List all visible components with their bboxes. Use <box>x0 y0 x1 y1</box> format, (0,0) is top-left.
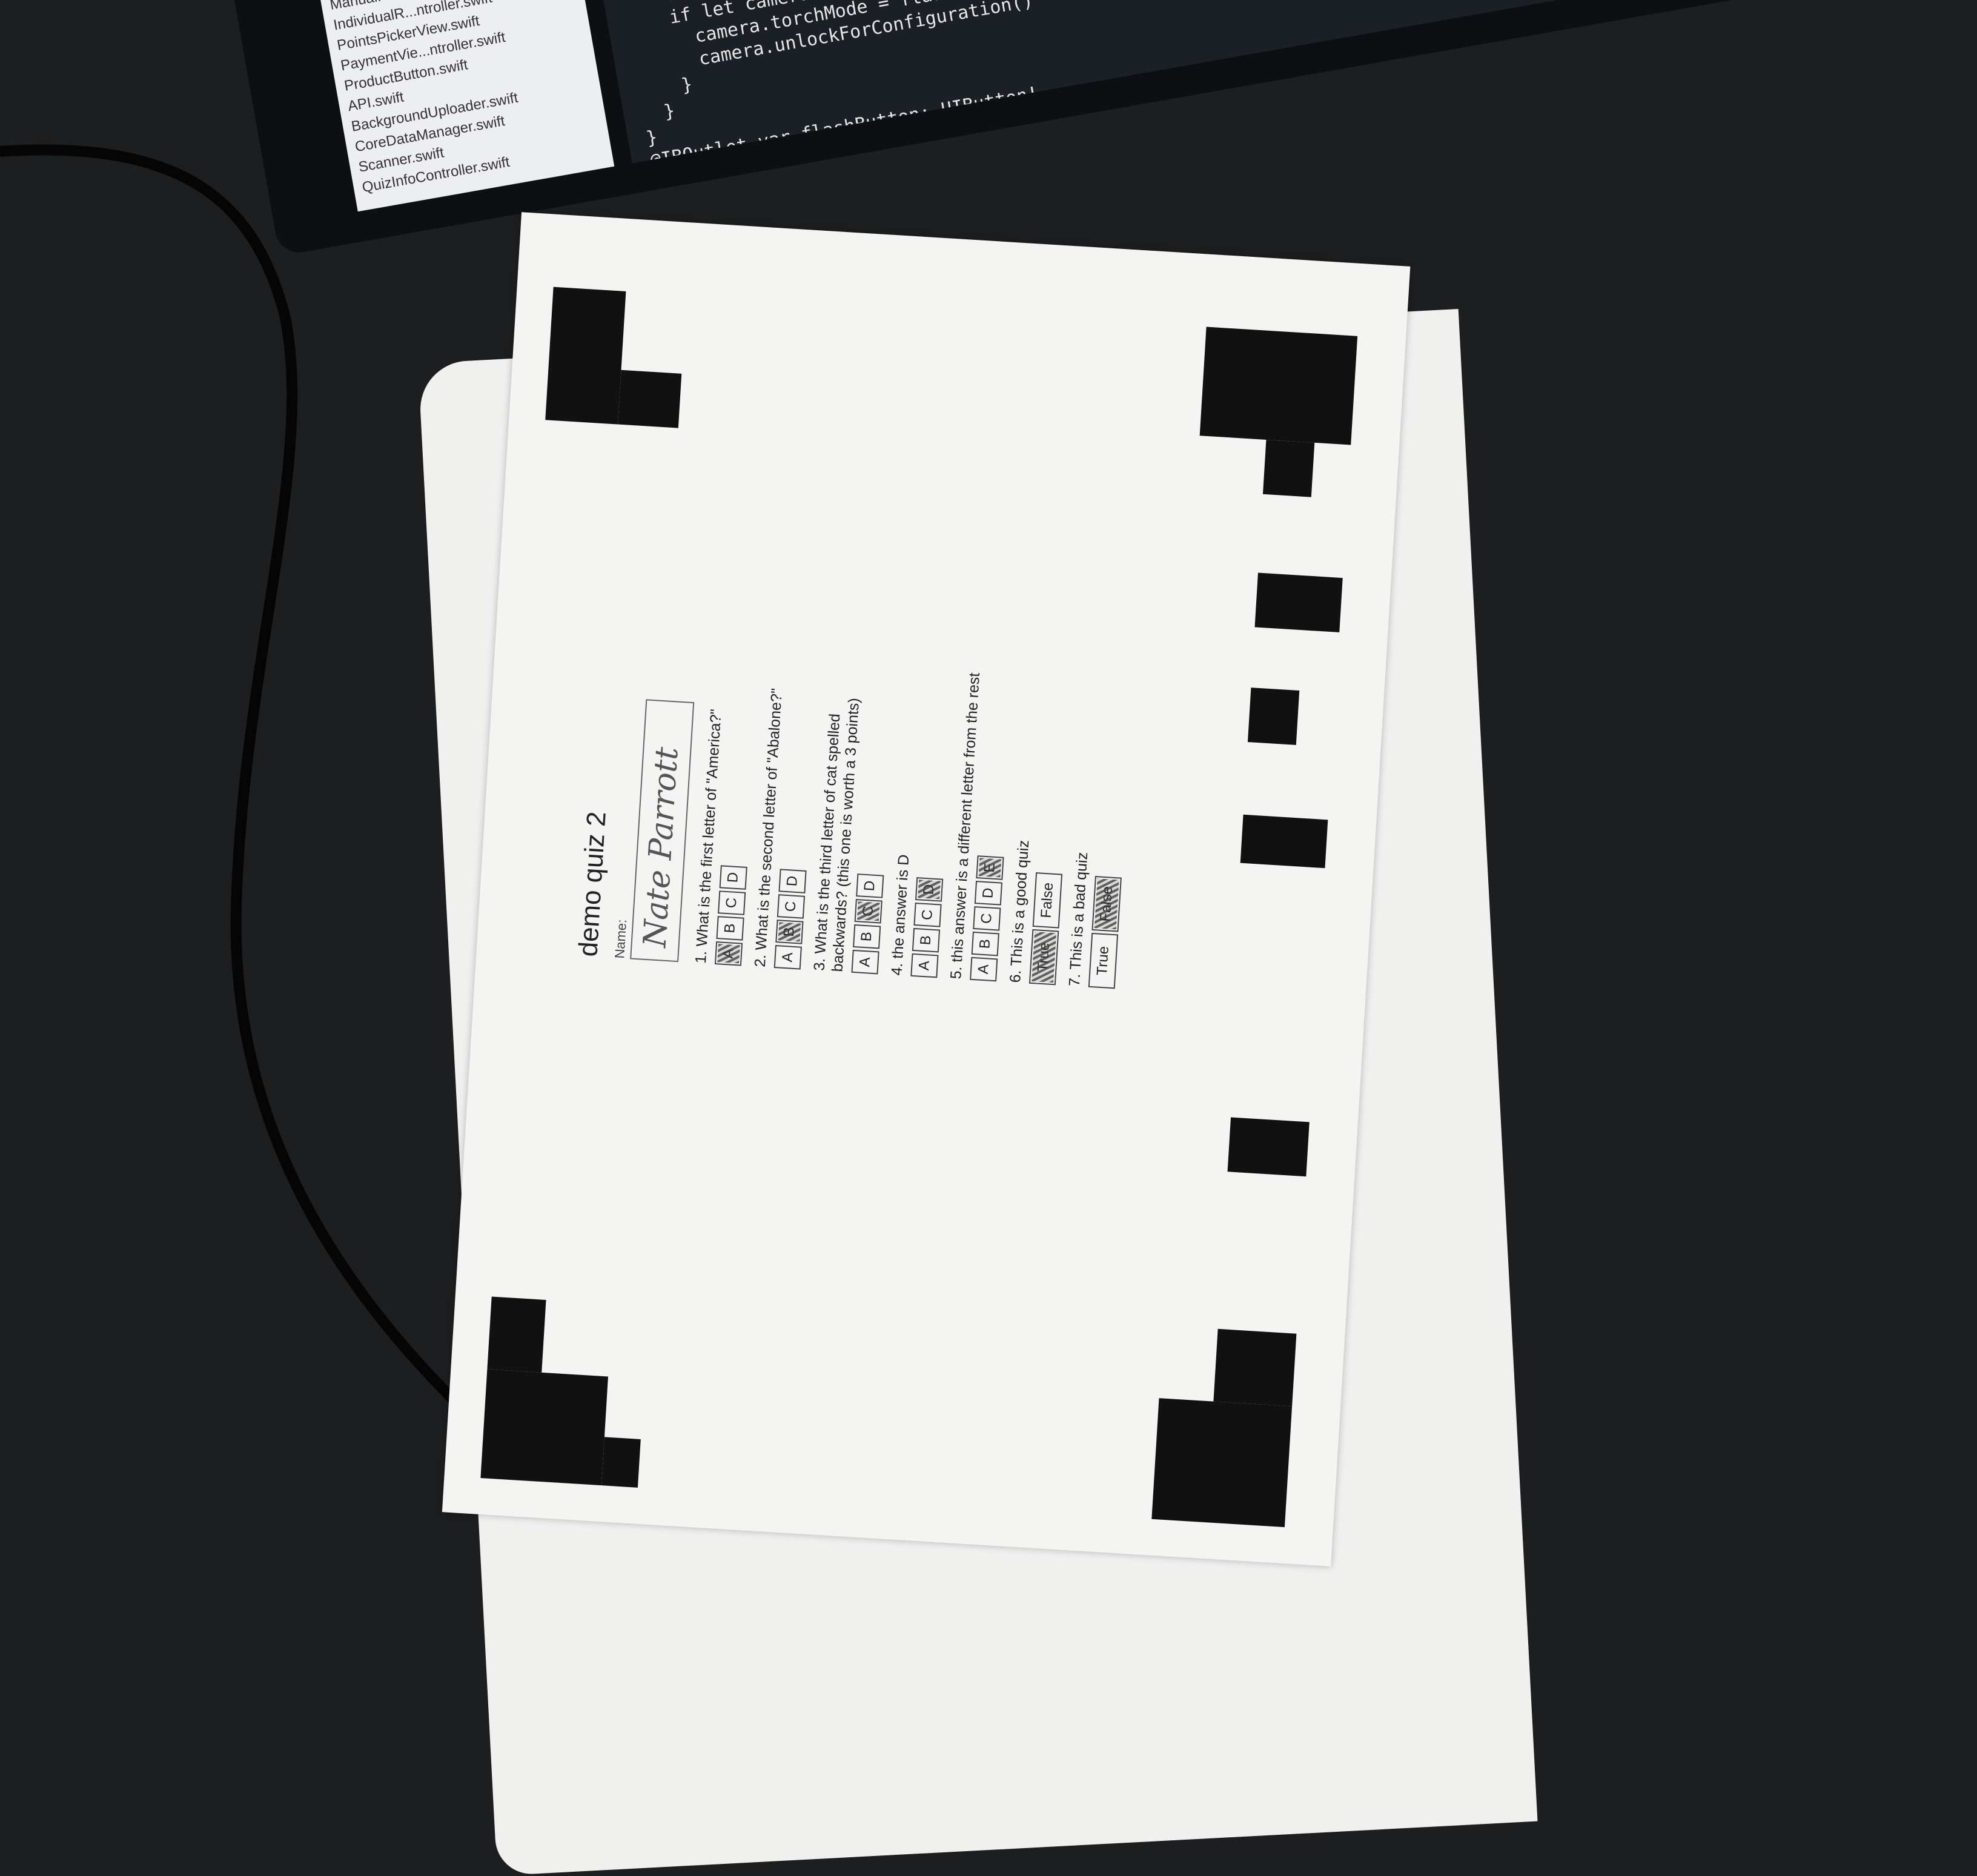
registration-marker <box>1247 688 1300 745</box>
answer-bubble[interactable]: B <box>853 924 881 949</box>
registration-marker <box>480 1369 609 1486</box>
answer-bubble[interactable]: C <box>777 894 806 919</box>
answer-bubble[interactable]: True <box>1088 932 1119 989</box>
registration-marker <box>1213 1328 1297 1407</box>
answer-bubble[interactable]: E <box>976 855 1004 880</box>
laptop-screen: StatsVi...ManualPres...ntroller.swiftInd… <box>230 0 1890 256</box>
answer-bubble[interactable]: True <box>1028 929 1059 986</box>
registration-marker <box>1199 326 1358 445</box>
quiz-question: 7. This is a bad quiz True False <box>1065 671 1134 989</box>
answer-bubble[interactable]: C <box>854 898 883 924</box>
quiz-question: 5. this answer is a different letter fro… <box>947 664 1016 982</box>
registration-marker <box>1240 814 1328 869</box>
answer-bubble[interactable]: B <box>716 916 744 941</box>
code-editor: // MARvar flash: Bool didSet { flashButt… <box>590 0 1766 164</box>
registration-marker <box>1227 1117 1310 1177</box>
file-navigator: StatsVi...ManualPres...ntroller.swiftInd… <box>316 0 615 212</box>
answer-bubble[interactable]: A <box>773 945 802 970</box>
answer-bubble[interactable]: B <box>971 931 999 956</box>
answer-bubble[interactable]: C <box>973 906 1001 931</box>
registration-marker <box>487 1296 546 1373</box>
answer-bubble[interactable]: B <box>775 920 804 944</box>
registration-marker <box>601 1437 641 1488</box>
answer-bubble[interactable]: D <box>719 865 747 890</box>
quiz-question: 2. What is the second letter of "Abalone… <box>751 652 820 970</box>
answer-bubble[interactable]: C <box>718 890 746 915</box>
quiz-question: 1. What is the first letter of "America?… <box>692 649 761 966</box>
photo-scene: StatsVi...ManualPres...ntroller.swiftInd… <box>0 0 1977 1876</box>
answer-bubble[interactable]: A <box>714 941 743 966</box>
answer-bubble[interactable]: D <box>778 869 807 893</box>
answer-bubble[interactable]: False <box>1091 876 1122 932</box>
answer-bubble[interactable]: B <box>912 927 941 953</box>
registration-marker <box>545 287 626 425</box>
registration-marker <box>1262 439 1315 497</box>
answer-bubble[interactable]: C <box>913 902 942 927</box>
registration-marker <box>618 370 682 428</box>
answer-bubble[interactable]: D <box>915 877 944 902</box>
answer-bubble[interactable]: D <box>974 881 1003 906</box>
answer-bubble[interactable]: A <box>851 949 879 975</box>
quiz-question: 4. the answer is DABCD <box>887 660 956 978</box>
question-list: 1. What is the first letter of "America?… <box>692 649 1134 989</box>
quiz-question: 3. What is the third letter of cat spell… <box>810 656 898 975</box>
answer-bubble[interactable]: D <box>856 873 884 898</box>
registration-marker <box>1151 1398 1293 1528</box>
answer-bubble[interactable]: A <box>910 953 939 978</box>
quiz-form: demo quiz 2 Name: Nate Parrott 1. What i… <box>573 641 1144 990</box>
quiz-paper: demo quiz 2 Name: Nate Parrott 1. What i… <box>442 212 1411 1566</box>
registration-marker <box>1254 572 1343 632</box>
answer-bubble[interactable]: A <box>970 956 998 982</box>
answer-bubble[interactable]: False <box>1032 872 1063 929</box>
quiz-question: 6. This is a good quiz True False <box>1006 668 1075 986</box>
